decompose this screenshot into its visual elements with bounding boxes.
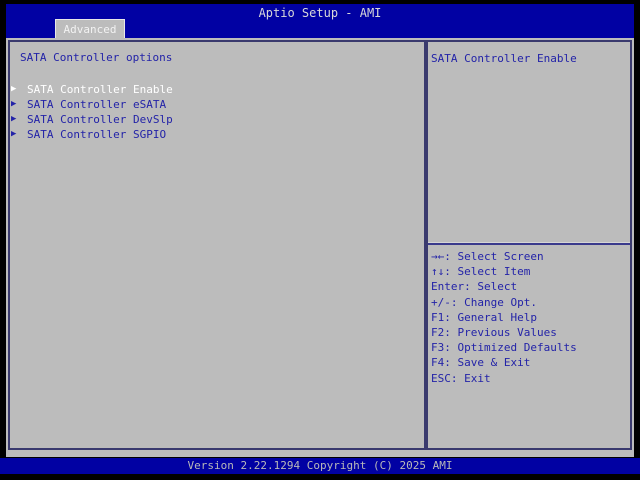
menu-item-label: SATA Controller SGPIO [27, 128, 167, 141]
tab-advanced[interactable]: Advanced [55, 19, 125, 38]
options-menu: ▶ SATA Controller Enable ▶ SATA Controll… [10, 82, 424, 142]
menu-item[interactable]: ▶ SATA Controller DevSlp [10, 112, 424, 127]
hotkey-legend-entry: F2: Previous Values [431, 326, 557, 340]
hotkey-legend-entry: +/-: Change Opt. [431, 295, 537, 309]
hotkey-legend-entry: F1: General Help [431, 310, 537, 324]
hotkey-legend-entry: F4: Save & Exit [431, 356, 531, 370]
help-panel-divider [428, 243, 630, 245]
main-area: SATA Controller options ▶ SATA Controlle… [6, 38, 634, 457]
submenu-arrow-icon: ▶ [11, 84, 17, 94]
menu-item[interactable]: ▶ SATA Controller eSATA [10, 97, 424, 112]
menu-item-label: SATA Controller Enable [27, 83, 173, 96]
menu-item-label: SATA Controller DevSlp [27, 113, 173, 126]
options-panel-title: SATA Controller options [20, 51, 173, 64]
submenu-arrow-icon: ▶ [11, 129, 17, 139]
hotkey-legend-entry: ESC: Exit [431, 371, 491, 385]
hotkey-legend-entry: ↑↓: Select Item [431, 265, 531, 279]
hotkey-legend-entry: →←: Select Screen [431, 250, 544, 263]
help-panel: SATA Controller Enable →←: Select Screen… [426, 40, 632, 450]
submenu-arrow-icon: ▶ [11, 114, 17, 124]
menu-item[interactable]: ▶ SATA Controller Enable [10, 82, 424, 97]
menu-item-label: SATA Controller eSATA [27, 98, 167, 111]
options-panel: SATA Controller options ▶ SATA Controlle… [8, 40, 426, 450]
hotkey-legend: →←: Select Screen ↑↓: Select Item Enter:… [431, 249, 630, 386]
submenu-arrow-icon: ▶ [11, 99, 17, 109]
help-text: SATA Controller Enable [431, 52, 577, 65]
version-text: Version 2.22.1294 Copyright (C) 2025 AMI [187, 459, 453, 472]
footer-bar: Version 2.22.1294 Copyright (C) 2025 AMI [0, 458, 640, 474]
menu-item[interactable]: ▶ SATA Controller SGPIO [10, 127, 424, 142]
hotkey-legend-entry: Enter: Select [431, 280, 518, 294]
header-bar: Aptio Setup - AMI Advanced [6, 4, 634, 38]
hotkey-legend-entry: F3: Optimized Defaults [431, 341, 577, 355]
